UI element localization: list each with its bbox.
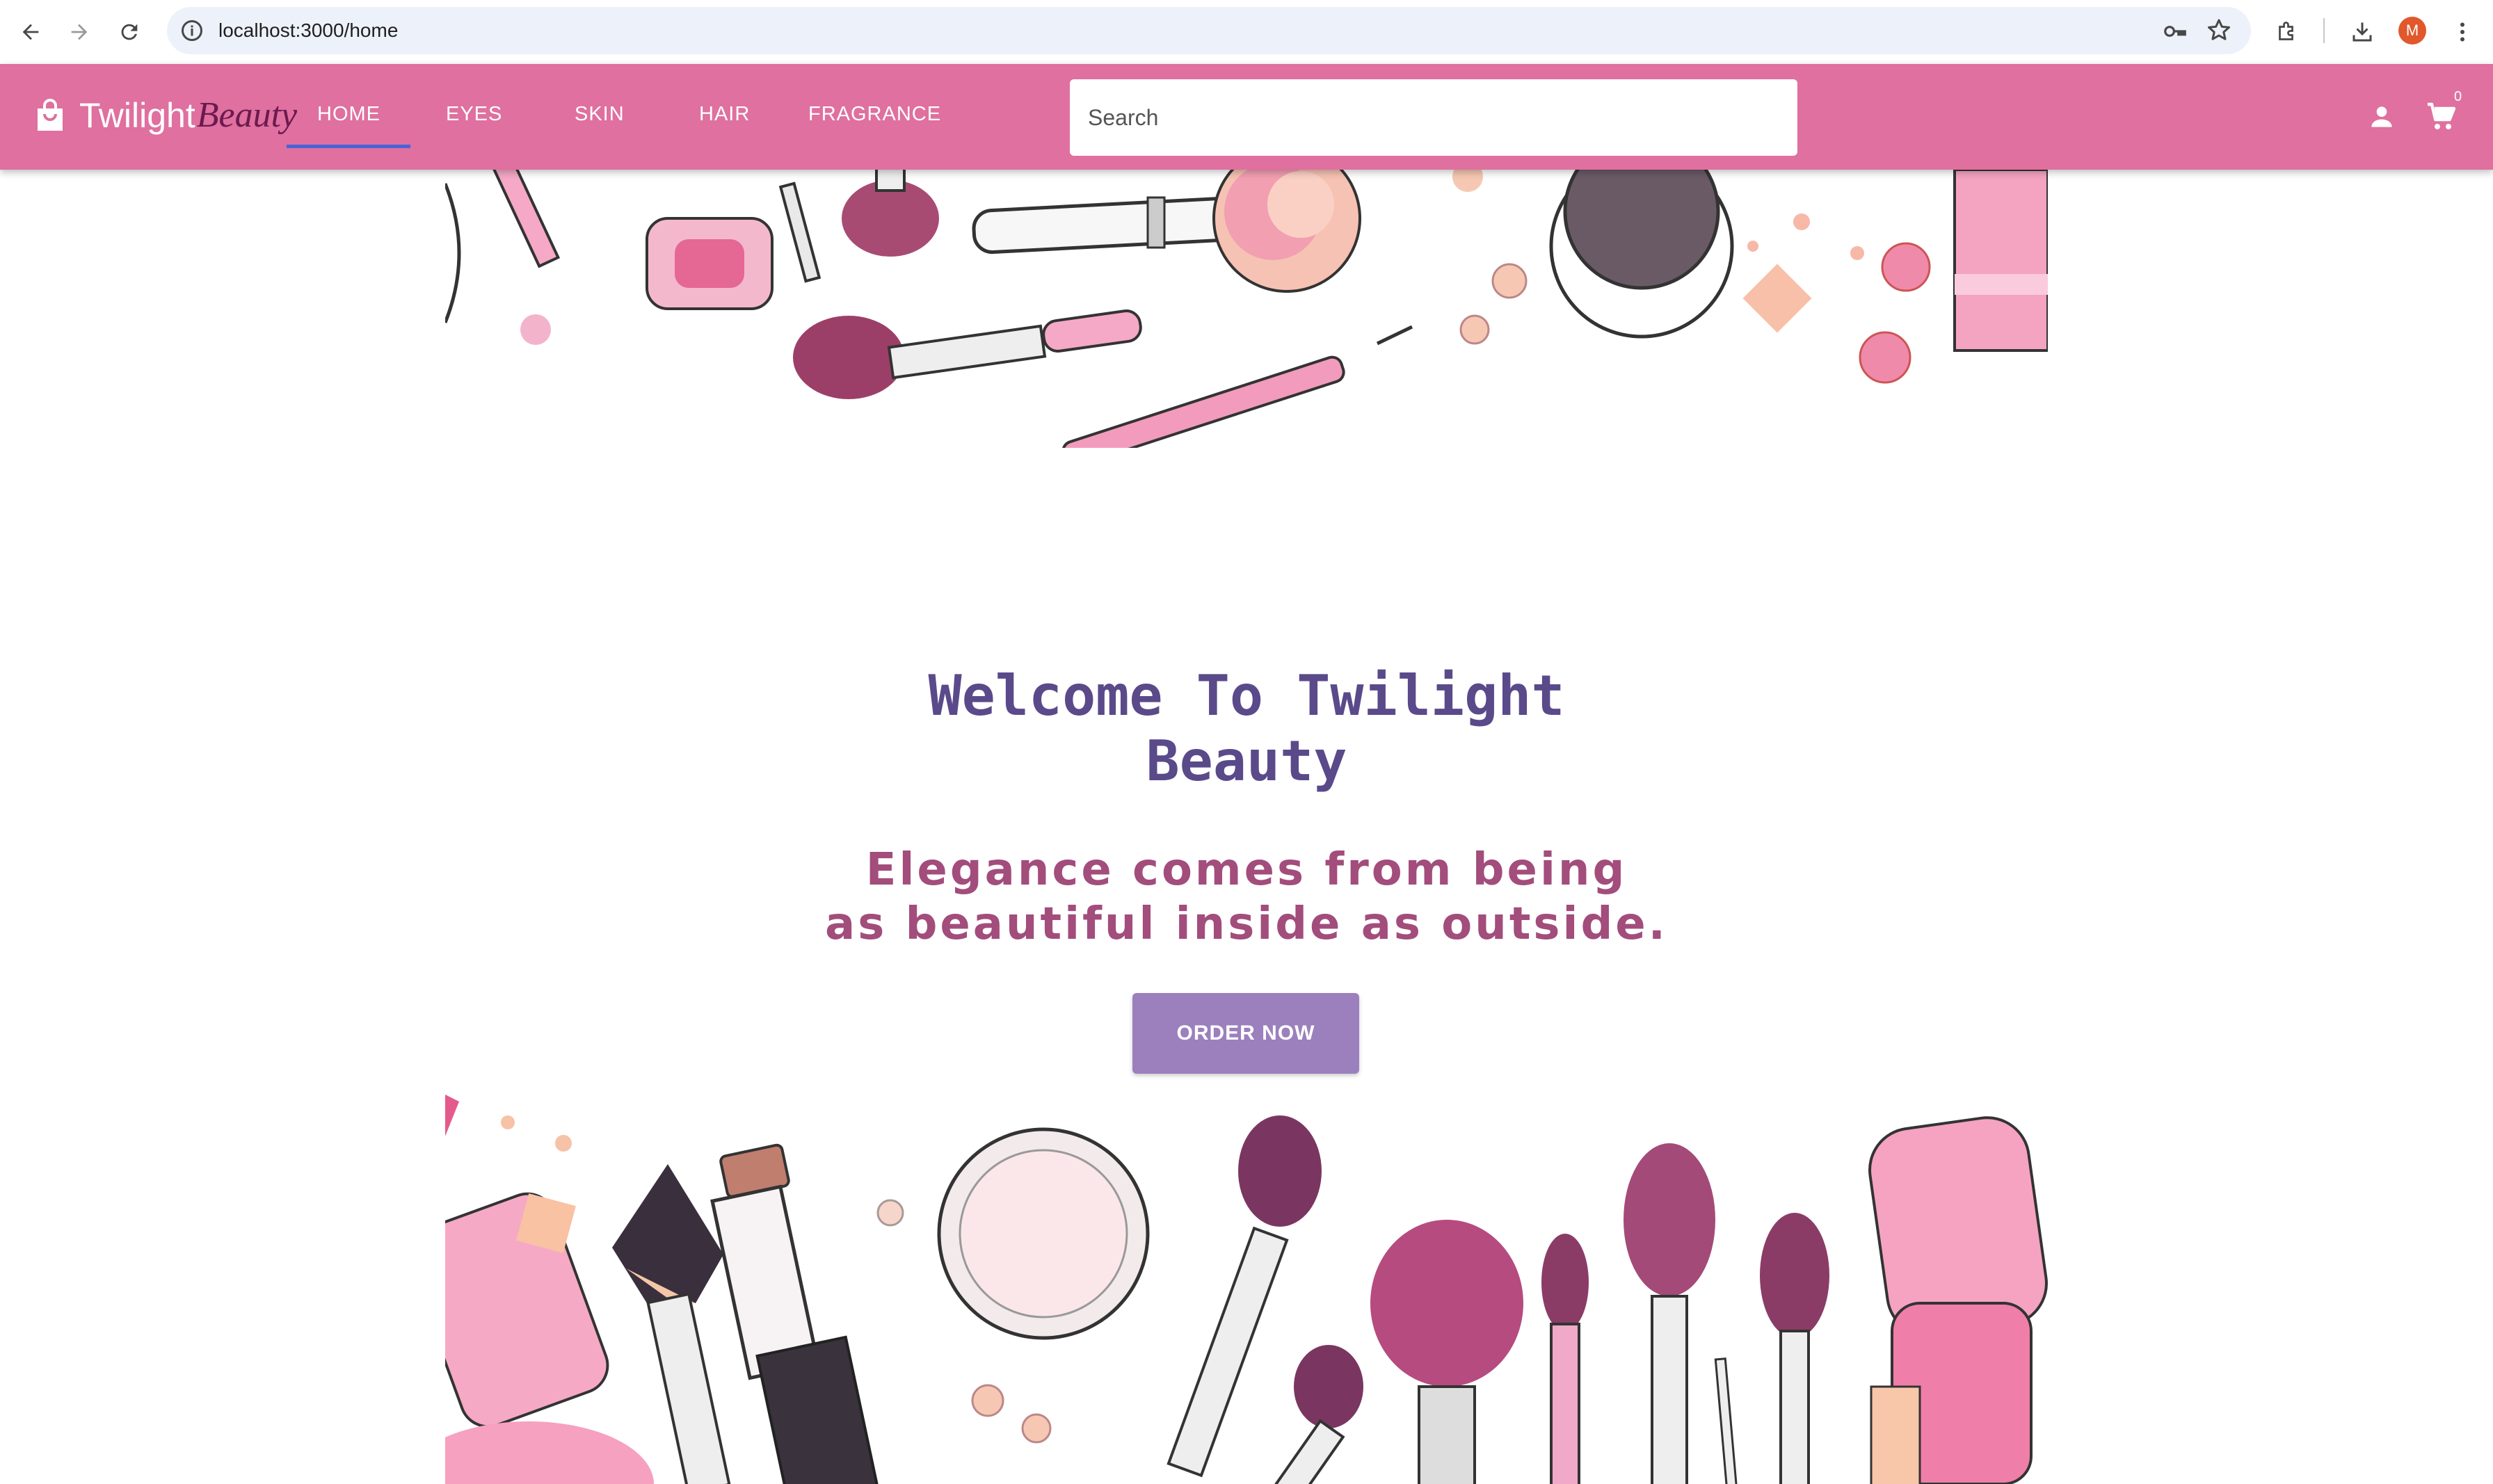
download-icon [2352,22,2372,42]
reload-button[interactable] [111,14,147,50]
toolbar-separator [2323,18,2325,43]
shopping-cart-icon [2428,102,2456,129]
brand-logo[interactable]: Twilight Beauty [33,95,297,136]
app-header: Twilight Beauty HOME EYES SKIN HAIR FRAG… [0,64,2493,170]
hero-title: Welcome To Twilight Beauty [445,663,2048,794]
tab-skin[interactable]: SKIN [575,103,625,126]
hero-title-line-2: Beauty [1146,729,1347,793]
hero-title-line-1: Welcome To Twilight [928,663,1565,728]
bookmark-star-icon[interactable] [2205,17,2233,45]
browser-toolbar: localhost:3000/home M [0,0,2493,64]
tab-home[interactable]: HOME [317,103,380,126]
downloads-button[interactable] [2344,14,2380,50]
brand-name-beauty: Beauty [196,95,298,135]
extensions-button[interactable] [2269,14,2305,50]
profile-avatar[interactable]: M [2398,17,2426,45]
hero-tagline-line-1: Elegance comes from being [865,844,1628,896]
shopping-bag-icon [38,98,63,131]
back-arrow-icon [22,24,39,40]
reload-icon [121,24,138,40]
makeup-illustration-bottom [445,1095,2048,1484]
forward-arrow-icon [71,24,88,40]
more-menu-icon [2460,22,2464,42]
active-tab-indicator [287,145,410,148]
back-button[interactable] [13,14,49,50]
site-info-icon[interactable] [179,18,205,43]
account-icon [2371,106,2392,127]
brand-name-twilight: Twilight [79,95,195,135]
makeup-illustration-top [445,170,2048,448]
tab-hair[interactable]: HAIR [699,103,750,126]
search-input[interactable] [1070,79,1797,156]
hero-tagline: Elegance comes from being as beautiful i… [445,843,2048,951]
hero-section: Welcome To Twilight Beauty Elegance come… [445,170,2048,1484]
hero-tagline-line-2: as beautiful inside as outside. [825,898,1668,950]
extensions-icon [2279,22,2293,40]
tab-eyes[interactable]: EYES [446,103,502,126]
url-text: localhost:3000/home [218,19,399,41]
account-button[interactable] [2359,95,2404,139]
browser-menu-button[interactable] [2444,14,2480,50]
order-now-button[interactable]: ORDER NOW [1132,993,1359,1074]
address-bar[interactable]: localhost:3000/home [167,7,2251,54]
cart-count-badge: 0 [2454,89,2462,104]
forward-button[interactable] [61,14,97,50]
tab-fragrance[interactable]: FRAGRANCE [808,103,941,126]
password-key-icon[interactable] [2162,18,2188,45]
